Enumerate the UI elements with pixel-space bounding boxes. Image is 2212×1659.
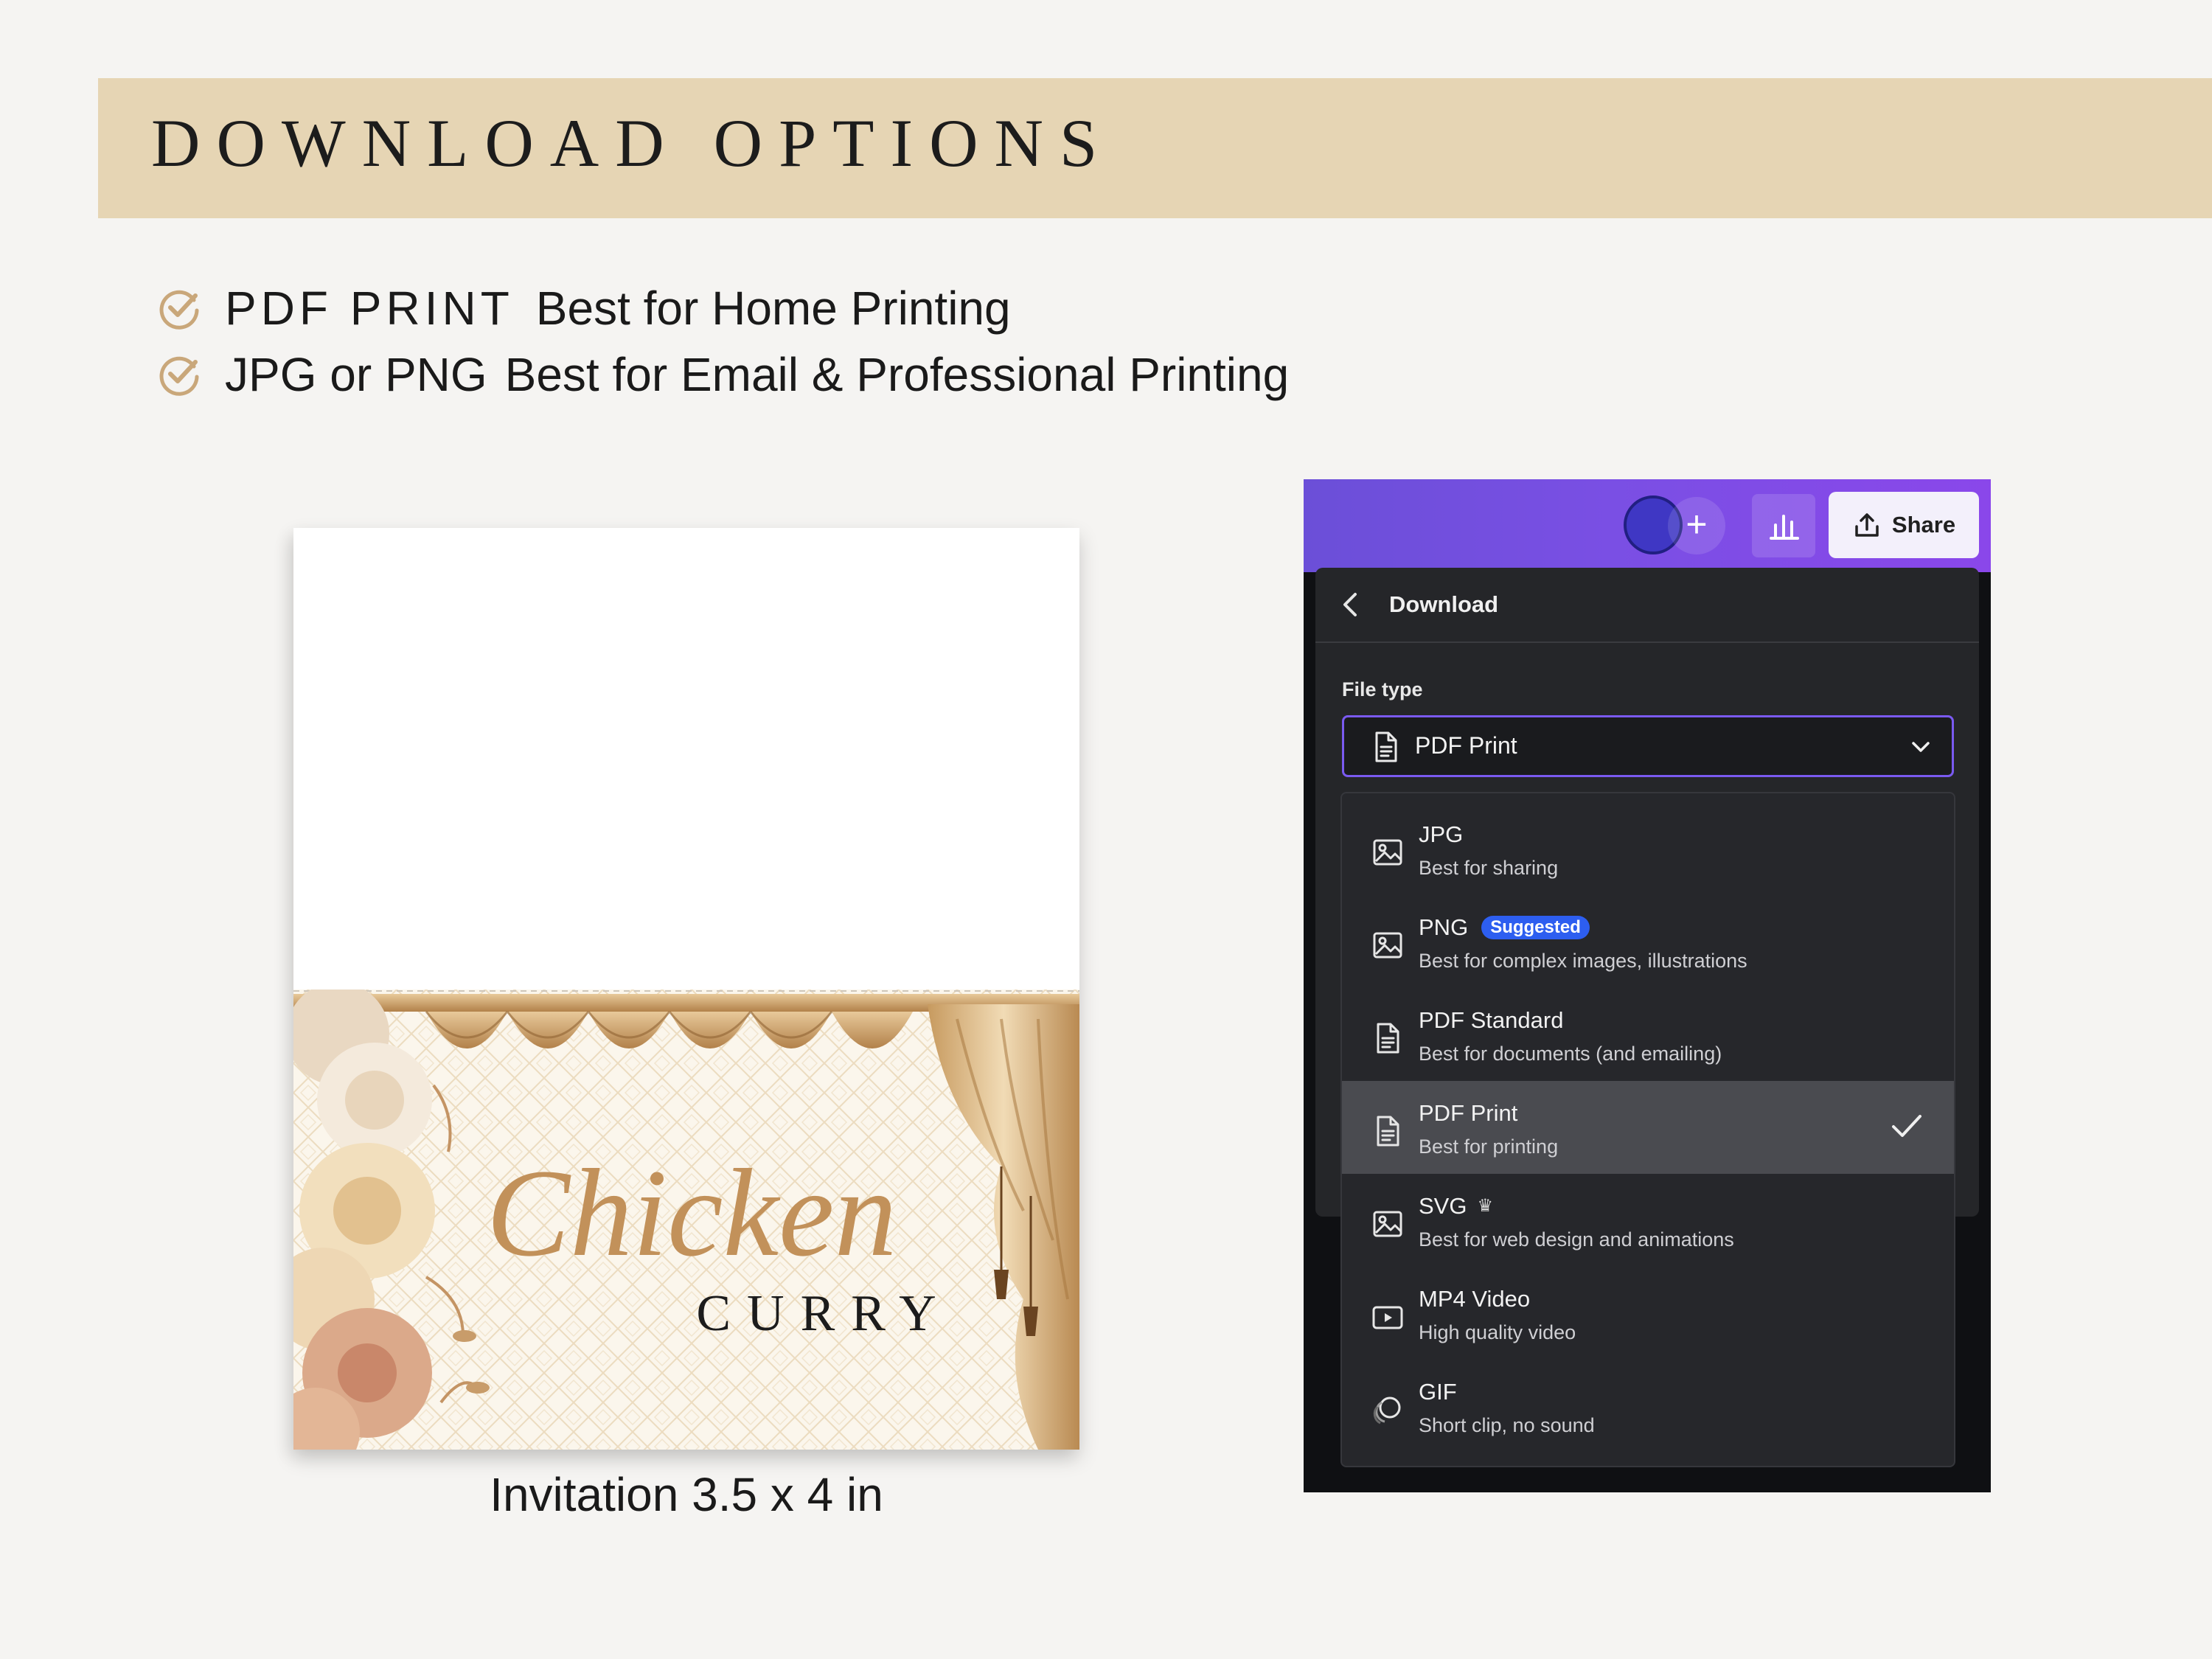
document-icon — [1375, 731, 1397, 762]
document-icon — [1377, 1116, 1399, 1147]
card-caption: Invitation 3.5 x 4 in — [293, 1467, 1079, 1522]
crown-icon: ♛ — [1477, 1196, 1493, 1216]
document-icon — [1377, 1023, 1399, 1054]
checkmark-icon — [1892, 1115, 1921, 1137]
option-name: PNG — [1419, 914, 1469, 940]
file-type-select[interactable]: PDF Print — [1342, 715, 1954, 777]
option-name-row: PNG Suggested — [1419, 914, 1590, 941]
option-name: PDF Standard — [1419, 1007, 1564, 1033]
file-type-dropdown: JPG Best for sharing PNG Suggested Best f… — [1340, 792, 1955, 1467]
card-script-title: Chicken — [487, 1144, 897, 1282]
file-type-option-gif[interactable]: GIF Short clip, no sound — [1342, 1360, 1954, 1453]
share-button[interactable]: Share — [1829, 492, 1979, 558]
bar-chart-icon — [1770, 515, 1799, 540]
option-name: JPG — [1419, 821, 1464, 847]
image-icon — [1373, 1211, 1402, 1237]
file-type-option-pdf-standard[interactable]: PDF Standard Best for documents (and ema… — [1342, 988, 1954, 1081]
add-collaborator-button[interactable]: + — [1668, 497, 1725, 554]
file-type-option-pdf-print[interactable]: PDF Print Best for printing — [1342, 1081, 1954, 1174]
card-artwork: Chicken CURRY — [293, 990, 1079, 1450]
option-name: SVG — [1419, 1193, 1467, 1219]
suggested-badge: Suggested — [1481, 916, 1590, 939]
file-type-label: File type — [1342, 678, 1423, 700]
chevron-down-icon — [1912, 742, 1930, 752]
caption-bold: Invitation — [490, 1468, 679, 1521]
option-description: Short clip, no sound — [1419, 1414, 1595, 1436]
option-name: GIF — [1419, 1379, 1457, 1405]
share-label: Share — [1891, 512, 1956, 538]
feature-pdf-print: PDF PRINT Best for Home Printing — [157, 279, 1011, 338]
insights-button[interactable] — [1752, 494, 1815, 557]
video-icon — [1372, 1306, 1403, 1329]
feature-description: Best for Email & Professional Printing — [504, 348, 1290, 401]
page-title: DOWNLOAD OPTIONS — [151, 105, 1114, 181]
upload-icon — [1855, 513, 1879, 537]
editor-topbar: + Share — [1304, 479, 1991, 572]
gif-icon — [1373, 1397, 1401, 1425]
option-description: Best for printing — [1419, 1135, 1559, 1158]
file-type-option-png[interactable]: PNG Suggested Best for complex images, il… — [1342, 895, 1954, 988]
file-type-option-svg[interactable]: SVG ♛ Best for web design and animations — [1342, 1174, 1954, 1267]
option-description: Best for documents (and emailing) — [1419, 1043, 1722, 1065]
feature-description: Best for Home Printing — [535, 282, 1011, 335]
file-type-option-jpg[interactable]: JPG Best for sharing — [1342, 802, 1954, 895]
caption-size: 3.5 x 4 in — [692, 1468, 883, 1521]
option-name-row: SVG ♛ — [1419, 1193, 1493, 1220]
invitation-card-preview: Chicken CURRY — [293, 528, 1079, 1450]
file-type-value: PDF Print — [1415, 732, 1517, 759]
card-artwork-graphic: Chicken CURRY — [293, 990, 1079, 1450]
option-name: PDF Print — [1419, 1100, 1518, 1126]
option-name: MP4 Video — [1419, 1286, 1531, 1312]
check-circle-icon — [159, 356, 199, 396]
check-circle-icon — [159, 290, 199, 330]
option-description: Best for sharing — [1419, 857, 1559, 879]
download-header: Download — [1315, 568, 1979, 643]
image-icon — [1373, 839, 1402, 866]
feature-label: JPG or PNG — [225, 348, 487, 401]
title-banner: DOWNLOAD OPTIONS — [98, 78, 2212, 218]
chevron-left-icon[interactable] — [1339, 591, 1361, 618]
feature-jpg-png: JPG or PNG Best for Email & Professional… — [157, 345, 1289, 404]
download-title: Download — [1389, 591, 1499, 617]
feature-label: PDF PRINT — [225, 282, 514, 335]
option-description: High quality video — [1419, 1321, 1576, 1343]
option-description: Best for complex images, illustrations — [1419, 950, 1747, 972]
option-description: Best for web design and animations — [1419, 1228, 1734, 1251]
editor-screenshot: + Share Download File type PDF Print JPG… — [1304, 479, 1991, 1492]
card-subtitle: CURRY — [696, 1285, 952, 1342]
file-type-option-mp4[interactable]: MP4 Video High quality video — [1342, 1267, 1954, 1360]
image-icon — [1373, 932, 1402, 959]
